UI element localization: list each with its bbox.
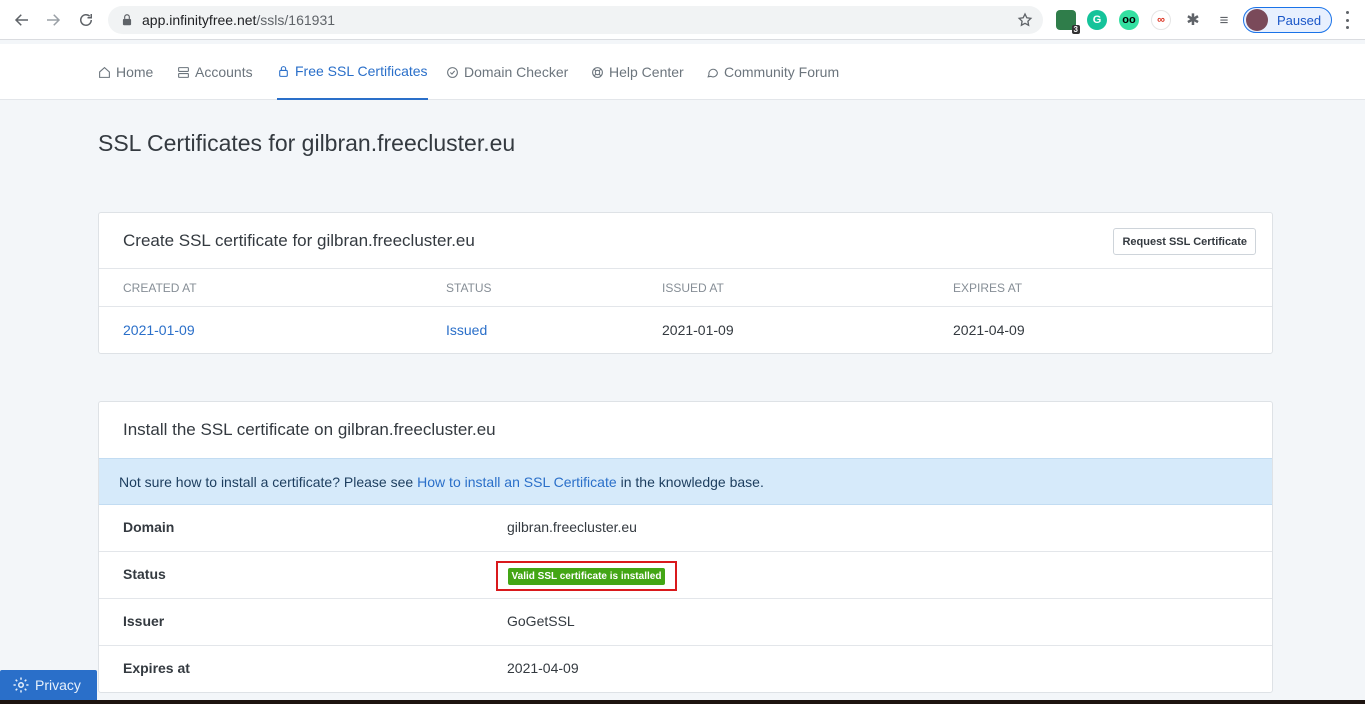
lock-icon — [122, 14, 132, 26]
check-circle-icon — [447, 66, 458, 78]
status-highlight-box: Valid SSL certificate is installed — [496, 561, 677, 591]
browser-toolbar: app.infinityfree.net/ssls/161931 3 G oo … — [0, 0, 1365, 40]
column-header-issued-at: ISSUED AT — [662, 281, 724, 295]
gear-icon — [13, 677, 29, 693]
profile-status-label: Paused — [1277, 12, 1322, 28]
issuer-value: GoGetSSL — [507, 613, 575, 629]
nav-help-center[interactable]: Help Center — [591, 44, 684, 100]
avatar — [1246, 9, 1268, 31]
install-guide-link[interactable]: How to install an SSL Certificate — [417, 474, 616, 490]
lifebuoy-icon — [592, 66, 603, 78]
create-ssl-card-title: Create SSL certificate for gilbran.freec… — [123, 230, 475, 250]
table-row: 2021-01-09 Issued 2021-01-09 2021-04-09 — [99, 307, 1272, 353]
nav-domain-checker[interactable]: Domain Checker — [446, 44, 568, 100]
bookmark-star-icon[interactable] — [1017, 12, 1033, 28]
home-icon — [99, 66, 110, 78]
reload-icon[interactable] — [71, 5, 101, 35]
forward-icon[interactable] — [38, 5, 68, 35]
profile-button[interactable]: Paused — [1243, 7, 1332, 33]
browser-menu-icon[interactable] — [1344, 11, 1350, 29]
nav-accounts[interactable]: Accounts — [177, 44, 253, 100]
nav-domain-checker-label: Domain Checker — [464, 64, 569, 80]
nav-home[interactable]: Home — [98, 44, 153, 100]
issuer-label: Issuer — [123, 613, 165, 629]
domain-label: Domain — [123, 519, 175, 535]
alert-text-prefix: Not sure how to install a certificate? P… — [119, 473, 414, 490]
nav-accounts-label: Accounts — [195, 64, 253, 80]
install-ssl-card-title: Install the SSL certificate on gilbran.f… — [123, 420, 496, 439]
nav-free-ssl[interactable]: Free SSL Certificates — [277, 44, 428, 100]
nav-community-forum[interactable]: Community Forum — [706, 44, 839, 100]
create-ssl-card: Create SSL certificate for gilbran.freec… — [98, 212, 1273, 354]
status-row: Status Valid SSL certificate is installe… — [99, 552, 1272, 599]
expires-value: 2021-04-09 — [507, 660, 579, 676]
status-badge: Valid SSL certificate is installed — [507, 567, 666, 585]
puzzle-extensions-icon[interactable]: ✱ — [1183, 10, 1203, 30]
site-nav: Home Accounts Free SSL Certificates Doma… — [0, 44, 1365, 100]
request-ssl-certificate-button[interactable]: Request SSL Certificate — [1113, 228, 1256, 255]
expires-label: Expires at — [123, 660, 190, 676]
install-info-alert: Not sure how to install a certificate? P… — [99, 458, 1272, 505]
expires-row: Expires at 2021-04-09 — [99, 646, 1272, 693]
desktop-strip — [0, 700, 1365, 704]
shield-extension-icon[interactable]: 3 — [1056, 10, 1080, 34]
lock-icon — [279, 65, 288, 77]
nav-home-label: Home — [116, 64, 154, 80]
page-title: SSL Certificates for gilbran.freecluster… — [98, 130, 516, 156]
column-header-status: STATUS — [446, 281, 492, 295]
install-ssl-card: Install the SSL certificate on gilbran.f… — [98, 401, 1273, 693]
alert-text-suffix: in the knowledge base. — [620, 473, 764, 490]
column-header-expires-at: EXPIRES AT — [953, 281, 1023, 295]
address-bar[interactable]: app.infinityfree.net/ssls/161931 — [108, 6, 1043, 34]
url-text: app.infinityfree.net/ssls/161931 — [142, 12, 336, 28]
bike-extension-icon[interactable]: ∞ — [1151, 10, 1171, 30]
create-ssl-card-header: Create SSL certificate for gilbran.freec… — [99, 213, 1272, 269]
back-icon[interactable] — [7, 5, 37, 35]
install-ssl-card-header: Install the SSL certificate on gilbran.f… — [99, 402, 1272, 458]
table-header: CREATED AT STATUS ISSUED AT EXPIRES AT — [99, 269, 1272, 307]
domain-row: Domain gilbran.freecluster.eu — [99, 505, 1272, 552]
nav-community-forum-label: Community Forum — [724, 64, 840, 80]
privacy-button[interactable]: Privacy — [0, 670, 97, 700]
domain-value: gilbran.freecluster.eu — [507, 519, 637, 535]
certificate-issued-at: 2021-01-09 — [662, 322, 734, 338]
media-queue-icon[interactable]: ≡ — [1214, 10, 1234, 30]
chat-bubble-icon — [707, 68, 718, 78]
nav-free-ssl-label: Free SSL Certificates — [295, 63, 428, 79]
owl-extension-icon[interactable]: oo — [1119, 10, 1139, 30]
certificate-status-link[interactable]: Issued — [446, 322, 487, 338]
server-icon — [178, 66, 189, 78]
issuer-row: Issuer GoGetSSL — [99, 599, 1272, 646]
status-label: Status — [123, 566, 166, 582]
certificate-created-at-link[interactable]: 2021-01-09 — [123, 322, 195, 338]
column-header-created-at: CREATED AT — [123, 281, 197, 295]
nav-help-center-label: Help Center — [609, 64, 684, 80]
certificate-expires-at: 2021-04-09 — [953, 322, 1025, 338]
grammarly-extension-icon[interactable]: G — [1087, 10, 1107, 30]
privacy-button-label: Privacy — [35, 677, 81, 693]
